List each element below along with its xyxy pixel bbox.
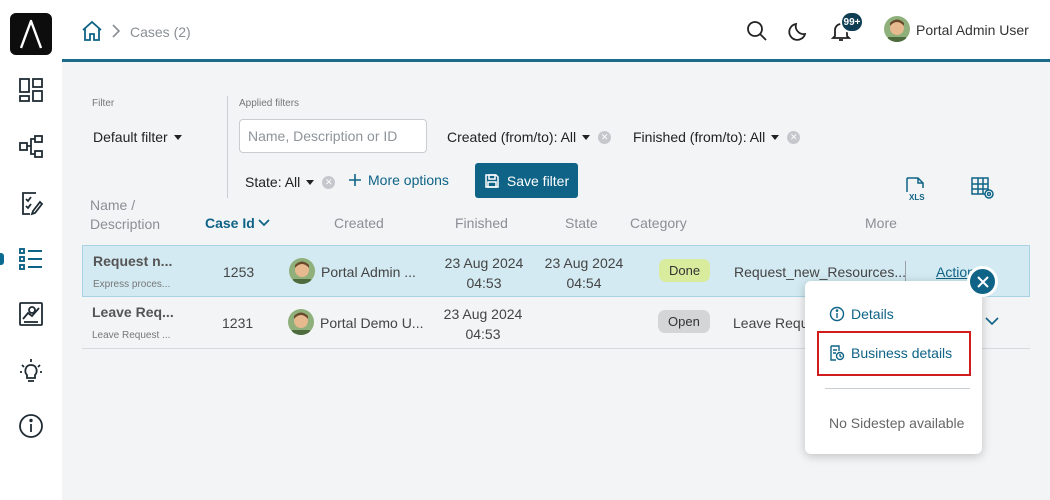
cases-icon[interactable] [17,245,45,273]
case-description: Express proces... [93,279,171,290]
svg-text:XLS: XLS [909,193,925,202]
table-settings-icon[interactable] [969,174,997,202]
case-title: Leave Req... [92,304,174,320]
home-icon[interactable] [80,19,104,43]
column-name-line1: Name / [90,197,136,213]
column-case-id-label: Case Id [205,215,255,231]
created-date: 23 Aug 2024 [444,255,524,271]
info-circle-icon [829,306,845,322]
status-badge: Open [658,310,710,333]
caret-down-icon [173,134,182,140]
creator-avatar [289,258,315,284]
finished-filter[interactable]: Finished (from/to): All ✕ [633,129,801,145]
business-details-label: Business details [851,345,953,361]
top-header: Cases (2) 99+ Portal Admin User [62,0,1050,59]
column-finished[interactable]: Finished [455,215,508,231]
export-xls-icon[interactable]: XLS [902,175,930,203]
business-details-icon [830,345,845,361]
user-avatar[interactable] [884,16,910,42]
created-datetime: 23 Aug 2024 04:53 [439,253,529,293]
business-details-menu-item[interactable]: Business details [829,345,952,361]
clear-icon[interactable]: ✕ [787,130,801,144]
case-description: Leave Request ... [92,330,171,341]
finished-datetime: 23 Aug 2024 04:54 [539,253,629,293]
created-time: 04:53 [466,275,502,291]
save-filter-label: Save filter [506,172,570,189]
active-indicator [0,253,4,265]
sidebar [0,0,62,500]
finished-date: 23 Aug 2024 [544,255,624,271]
filter-label: Filter [92,98,115,109]
user-name[interactable]: Portal Admin User [916,22,1029,38]
created-time: 04:53 [465,326,501,342]
row-divider [905,261,906,283]
applied-filters-label: Applied filters [239,98,300,109]
header-divider [62,59,1050,62]
chevron-right-icon [110,22,122,40]
filter-divider [227,96,228,198]
column-case-id[interactable]: Case Id [205,215,270,231]
breadcrumb-current: Cases (2) [130,24,191,40]
column-state[interactable]: State [565,215,598,231]
search-icon[interactable] [745,19,769,43]
finished-filter-label: Finished (from/to): All [633,129,766,145]
created-filter[interactable]: Created (from/to): All ✕ [447,129,612,145]
more-options-label: More options [368,172,449,188]
case-category: Request_new_Resources... [734,264,906,280]
close-icon [976,275,989,288]
column-more: More [865,215,897,231]
case-title: Request n... [93,253,173,269]
caret-down-icon [582,134,591,140]
created-datetime: 23 Aug 2024 04:53 [438,304,528,344]
clear-icon[interactable]: ✕ [322,175,336,189]
process-icon[interactable] [17,132,45,160]
creator-avatar [288,309,314,335]
created-date: 23 Aug 2024 [443,306,523,322]
column-created[interactable]: Created [334,215,384,231]
no-sidestep-text: No Sidestep available [829,415,965,431]
created-filter-label: Created (from/to): All [447,129,577,145]
dark-mode-icon[interactable] [787,19,811,43]
status-badge: Done [659,259,711,282]
more-options-button[interactable]: More options [348,172,449,188]
column-name[interactable]: Name / Description [90,196,160,234]
state-filter[interactable]: State: All ✕ [245,174,336,190]
case-creator: Portal Admin ... [321,264,416,280]
finished-time: 04:54 [566,275,602,291]
save-filter-button[interactable]: Save filter [475,163,578,198]
tasks-icon[interactable] [17,189,45,217]
search-input[interactable] [239,119,427,153]
column-category[interactable]: Category [630,215,687,231]
dashboard-icon[interactable] [17,76,45,104]
info-icon[interactable] [17,412,45,440]
app-logo-icon[interactable] [10,13,52,55]
caret-down-icon [306,179,315,185]
case-id: 1231 [222,315,254,331]
default-filter-label: Default filter [93,129,168,145]
case-creator: Portal Demo U... [320,315,424,331]
sort-chevron-down-icon [258,219,270,227]
state-filter-label: State: All [245,174,301,190]
actions-menu: Details Business details No Sidestep ava… [805,281,982,454]
notification-badge: 99+ [840,11,864,33]
clear-icon[interactable]: ✕ [598,130,612,144]
default-filter-dropdown[interactable]: Default filter [93,129,182,145]
case-category: Leave Reque [733,315,817,331]
close-menu-button[interactable] [967,266,998,297]
menu-divider [825,388,970,389]
chevron-down-icon[interactable] [985,313,999,329]
details-menu-item[interactable]: Details [829,306,894,322]
column-name-line2: Description [90,216,161,232]
plus-icon [349,174,361,186]
save-icon [485,173,499,188]
statistics-icon[interactable] [17,300,45,328]
case-id: 1253 [223,264,255,280]
details-label: Details [851,306,894,322]
ideas-icon[interactable] [17,356,45,384]
caret-down-icon [771,134,780,140]
